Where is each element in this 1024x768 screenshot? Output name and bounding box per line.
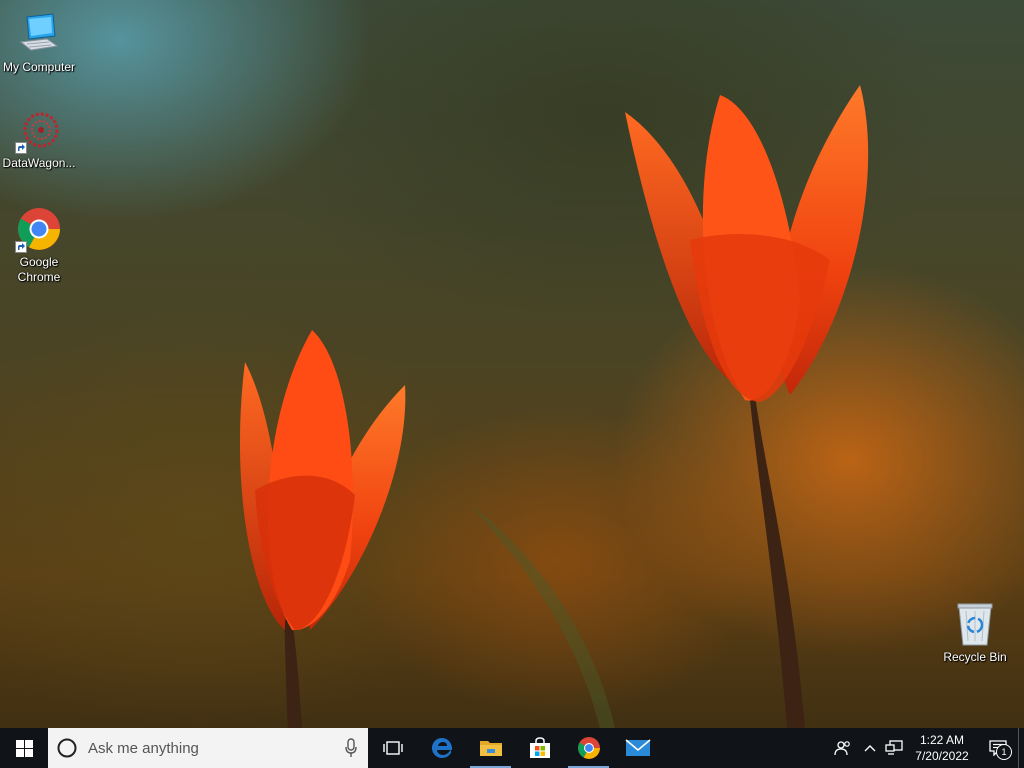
store-icon xyxy=(529,737,550,758)
search-placeholder: Ask me anything xyxy=(88,739,199,757)
desktop-icon-label: DataWagon... xyxy=(2,156,76,170)
system-tray: 1:22 AM 7/20/2022 1 xyxy=(828,728,1024,768)
notification-count-badge: 1 xyxy=(996,744,1012,760)
task-view-button[interactable] xyxy=(368,728,417,768)
search-input[interactable]: Ask me anything xyxy=(48,728,368,768)
clock-date: 7/20/2022 xyxy=(915,749,969,763)
desktop-icon-recycle-bin[interactable]: Recycle Bin xyxy=(936,600,1014,665)
taskbar-file-explorer-button[interactable] xyxy=(466,728,515,768)
datawagon-icon xyxy=(15,106,63,154)
cortana-circle-icon xyxy=(57,738,77,758)
start-button[interactable] xyxy=(0,728,48,768)
microphone-icon[interactable] xyxy=(344,738,358,758)
chrome-icon xyxy=(577,737,600,759)
action-center-button[interactable]: 1 xyxy=(978,728,1018,768)
desktop-icon-label: My Computer xyxy=(2,60,76,74)
taskbar-store-button[interactable] xyxy=(515,728,564,768)
desktop-icon-my-computer[interactable]: My Computer xyxy=(0,10,78,75)
taskbar-chrome-button[interactable] xyxy=(564,728,613,768)
chrome-icon xyxy=(15,205,63,253)
desktop-icon-datawagon[interactable]: DataWagon... xyxy=(0,106,78,171)
desktop-icon-label: Google Chrome xyxy=(17,255,61,284)
computer-icon xyxy=(15,10,63,58)
clock-time: 1:22 AM xyxy=(919,733,965,747)
mail-icon xyxy=(624,739,651,756)
desktop-icon-label: Recycle Bin xyxy=(943,650,1007,664)
recycle-bin-icon xyxy=(951,600,999,648)
taskbar-mail-button[interactable] xyxy=(613,728,662,768)
windows-logo-icon xyxy=(15,739,33,757)
shortcut-arrow-icon xyxy=(15,241,27,253)
edge-icon xyxy=(431,738,452,758)
clock[interactable]: 1:22 AM 7/20/2022 xyxy=(906,732,978,764)
people-icon[interactable] xyxy=(828,728,858,768)
show-desktop-button[interactable] xyxy=(1018,728,1024,768)
file-explorer-icon xyxy=(479,741,502,756)
network-icon[interactable] xyxy=(882,728,906,768)
desktop-icon-google-chrome[interactable]: Google Chrome xyxy=(0,205,78,285)
desktop[interactable]: My Computer DataWagon... Google Chrome R… xyxy=(0,0,1024,768)
taskbar-edge-button[interactable] xyxy=(417,728,466,768)
task-view-icon xyxy=(382,741,403,755)
shortcut-arrow-icon xyxy=(15,142,27,154)
taskbar: Ask me anything 1:22 AM 7/20/2022 1 xyxy=(0,728,1024,768)
show-hidden-icons-chevron-up-icon[interactable] xyxy=(858,728,882,768)
wallpaper xyxy=(239,85,869,728)
